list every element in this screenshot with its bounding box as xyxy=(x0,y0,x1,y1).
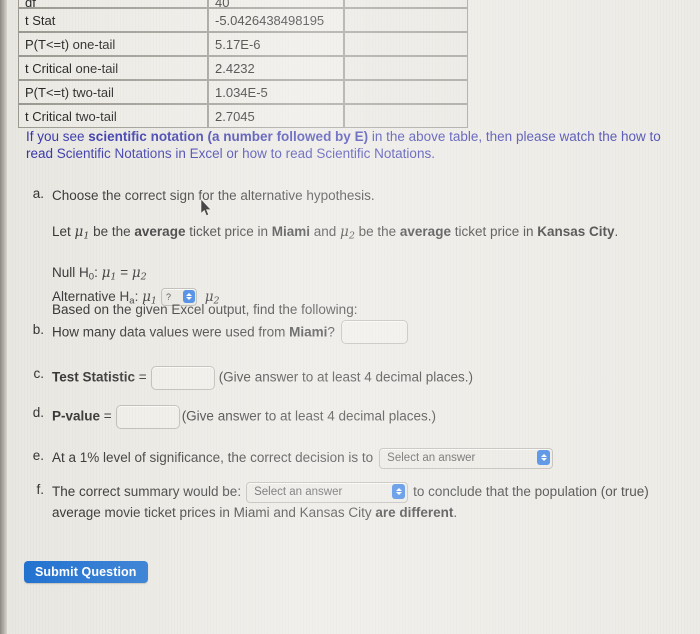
question-f-text-pre: The correct summary would be: xyxy=(52,484,242,500)
table-row: P(T<=t) one-tail 5.17E-6 xyxy=(18,32,468,56)
question-c-equals: = xyxy=(138,369,147,385)
updown-chevron-icon[interactable] xyxy=(392,484,406,499)
summary-select[interactable]: Select an answer xyxy=(246,482,409,503)
excel-row-extra xyxy=(344,0,468,8)
question-f-marker: f. xyxy=(36,482,44,497)
question-a-marker: a. xyxy=(32,186,44,201)
question-b-marker: b. xyxy=(32,322,44,337)
question-b-text-pre: How many data values were used from xyxy=(52,324,290,340)
question-e-text: At a 1% level of significance, the corre… xyxy=(52,450,374,466)
excel-row-value: 1.034E-5 xyxy=(208,80,344,104)
question-a: a. Choose the correct sign for the alter… xyxy=(22,186,662,310)
excel-row-extra xyxy=(344,32,468,56)
submit-question-button[interactable]: Submit Question xyxy=(24,561,148,583)
let-mid5: ticket price in xyxy=(450,224,538,239)
excel-row-label: df xyxy=(18,0,208,8)
decision-select-placeholder: Select an answer xyxy=(387,452,476,464)
excel-row-extra xyxy=(344,80,468,104)
null-mu2: μ2 xyxy=(131,265,147,283)
summary-select-placeholder: Select an answer xyxy=(254,486,343,498)
let-bold-kansas-city: Kansas City xyxy=(537,224,615,239)
let-bold-average-2: average xyxy=(399,224,451,239)
let-mid3: and xyxy=(310,224,341,239)
question-e-marker: e. xyxy=(32,448,44,463)
null-label: Null H xyxy=(52,265,89,281)
excel-row-value: 5.17E-6 xyxy=(208,32,344,56)
null-mu1: μ1 xyxy=(101,265,117,283)
page-left-edge xyxy=(0,0,7,634)
null-equals: = xyxy=(120,265,129,281)
excel-row-label: P(T<=t) one-tail xyxy=(18,32,208,56)
question-d-label: P-value xyxy=(52,408,101,424)
table-row: P(T<=t) two-tail 1.034E-5 xyxy=(18,80,468,104)
let-mid1: be the xyxy=(89,224,135,239)
note-text-bold: scientific notation (a number followed b… xyxy=(88,129,369,144)
let-bold-miami: Miami xyxy=(271,224,310,239)
excel-row-extra xyxy=(344,104,468,128)
question-f-text-line2-pre: average movie ticket prices in Miami and… xyxy=(52,505,376,520)
question-d-hint: (Give answer to at least 4 decimal place… xyxy=(181,408,437,424)
test-statistic-input[interactable] xyxy=(150,366,215,390)
question-f-text-mid: to conclude that the population (or true… xyxy=(413,484,649,500)
excel-row-value: 2.7045 xyxy=(208,104,344,128)
mu1-symbol: μ1 xyxy=(74,224,90,242)
mu2-symbol: μ2 xyxy=(340,224,355,242)
table-row: t Stat -5.0426438498195 xyxy=(18,8,468,32)
question-d-equals: = xyxy=(103,408,112,424)
sample-size-input[interactable] xyxy=(340,320,408,344)
null-hypothesis-line: Null H0: μ1 = μ2 xyxy=(52,263,662,286)
excel-table-body: df 40 t Stat -5.0426438498195 P(T<=t) on… xyxy=(18,0,468,128)
let-end: . xyxy=(614,224,619,239)
excel-row-label: P(T<=t) two-tail xyxy=(18,80,208,104)
updown-chevron-icon[interactable] xyxy=(537,450,551,465)
scientific-notation-note: If you see scientific notation (a number… xyxy=(26,128,674,162)
null-colon: : xyxy=(94,265,98,281)
question-d: d. P-value = (Give answer to at least 4 d… xyxy=(22,405,502,429)
let-bold-average-1: average xyxy=(134,224,186,239)
question-d-marker: d. xyxy=(32,405,44,420)
excel-row-extra xyxy=(344,56,468,80)
excel-row-extra xyxy=(344,8,468,32)
let-mid2: ticket price in xyxy=(185,224,272,239)
question-b: b. How many data values were used from M… xyxy=(22,320,442,344)
excel-row-value: 40 xyxy=(208,0,344,8)
question-c-marker: c. xyxy=(33,366,44,381)
question-a-definition: Let μ1 be the average ticket price in Mi… xyxy=(52,222,662,245)
question-f-text-line2-post: . xyxy=(453,505,458,520)
table-row: t Critical one-tail 2.4232 xyxy=(18,56,468,80)
table-row: t Critical two-tail 2.7045 xyxy=(18,104,468,128)
question-b-bold-miami: Miami xyxy=(289,324,328,340)
p-value-input[interactable] xyxy=(115,405,180,429)
question-f-bold-are-different: are different xyxy=(375,505,454,520)
question-e: e. At a 1% level of significance, the co… xyxy=(22,448,582,469)
excel-output-table: df 40 t Stat -5.0426438498195 P(T<=t) on… xyxy=(18,0,468,128)
excel-row-label: t Stat xyxy=(18,8,208,32)
table-row: df 40 xyxy=(18,0,468,8)
let-mid4: be the xyxy=(354,224,400,239)
decision-select[interactable]: Select an answer xyxy=(379,448,554,469)
excel-row-label: t Critical two-tail xyxy=(18,104,208,128)
excel-row-label: t Critical one-tail xyxy=(18,56,208,80)
question-a-prompt: Choose the correct sign for the alternat… xyxy=(52,188,375,203)
question-f: f. The correct summary would be: Select a… xyxy=(22,482,682,522)
note-text-pre: If you see xyxy=(26,129,89,144)
let-pre: Let xyxy=(52,224,75,239)
question-c-label: Test Statistic xyxy=(52,369,136,385)
question-b-text-post: ? xyxy=(327,324,335,340)
based-on-output-line: Based on the given Excel output, find th… xyxy=(52,302,358,317)
excel-row-value: -5.0426438498195 xyxy=(208,8,344,32)
question-c-hint: (Give answer to at least 4 decimal place… xyxy=(218,369,474,385)
question-c: c. Test Statistic = (Give answer to at le… xyxy=(22,366,502,390)
excel-row-value: 2.4232 xyxy=(208,56,344,80)
